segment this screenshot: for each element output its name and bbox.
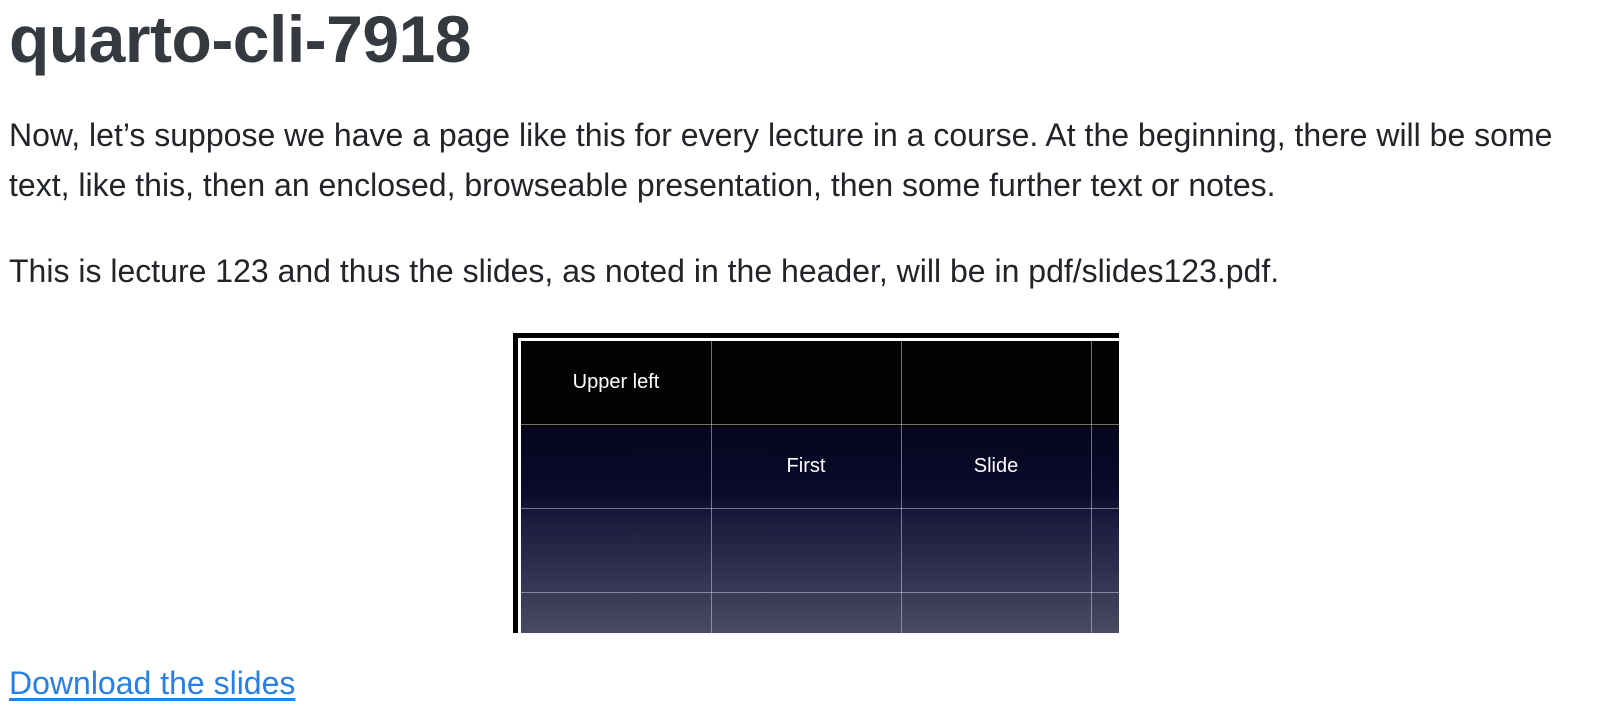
slide-grid-line [521,424,1119,425]
slide-label-upper-left: Upper left [572,371,660,393]
slide-label-slide: Slide [973,455,1019,477]
slide-grid-line [901,341,902,633]
slide-grid-line [1091,341,1092,633]
slide-grid-line [521,592,1119,593]
lecture-paragraph: This is lecture 123 and thus the slides,… [9,253,1280,289]
slide-canvas[interactable]: Upper left First Slide [521,341,1119,633]
slide-frame-top [513,333,1119,337]
slide-label-first: First [786,455,826,477]
slide-grid-line [521,508,1119,509]
slide-grid-line [711,341,712,633]
slide-frame-left [513,333,517,633]
page-title: quarto-cli-7918 [9,2,471,76]
download-slides-link[interactable]: Download the slides [9,661,295,705]
embedded-presentation[interactable]: Upper left First Slide [513,333,1119,633]
intro-paragraph: Now, let’s suppose we have a page like t… [9,117,1553,203]
